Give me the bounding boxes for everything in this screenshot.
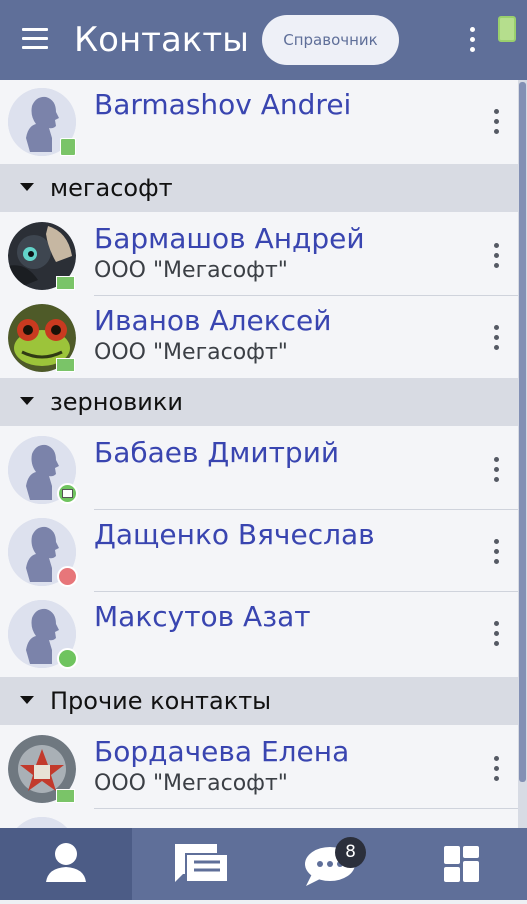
contact-name: Barmashov Andrei (94, 88, 352, 121)
contact-more-icon[interactable] (490, 107, 504, 137)
nav-chats[interactable] (264, 828, 396, 900)
contact-more-icon[interactable] (490, 323, 504, 353)
contact-row[interactable]: Максутов Азат (0, 592, 518, 674)
contact-name: Дащенко Вячеслав (94, 518, 375, 551)
bottom-navigation (0, 828, 527, 900)
more-options-icon[interactable] (466, 24, 480, 56)
contact-company: ООО "Мегасофт" (94, 771, 288, 796)
page-title: Контакты (74, 20, 249, 60)
contact-name: Бармашов Андрей (94, 222, 365, 255)
contact-more-icon[interactable] (490, 754, 504, 784)
collapse-arrow-icon (20, 397, 34, 405)
contact-row[interactable]: Дащенко Вячеслав (0, 510, 518, 592)
desktop-device-icon (56, 276, 75, 290)
mobile-device-icon (60, 138, 76, 156)
group-header[interactable]: мегасофт (0, 164, 518, 212)
avatar (8, 817, 76, 828)
message-status-icon (62, 489, 73, 498)
messages-icon (175, 844, 229, 883)
contact-more-icon[interactable] (490, 537, 504, 567)
contact-row[interactable]: Бордачева Елена ООО "Мегасофт" (0, 727, 518, 809)
contacts-person-icon (46, 843, 86, 882)
device-status-icon (498, 16, 516, 42)
contact-row[interactable]: Иванов Алексей ООО "Мегасофт" (0, 296, 518, 378)
desktop-device-icon (56, 789, 75, 803)
group-header[interactable]: зерновики (0, 378, 518, 426)
contacts-list[interactable]: Barmashov Andrei мегасофт Бармашов Андре… (0, 80, 518, 828)
contact-row[interactable]: Barmashov Andrei (0, 80, 518, 162)
contact-name: Бабаев Дмитрий (94, 436, 340, 469)
contact-name: Максутов Азат (94, 600, 311, 633)
status-busy-icon (57, 566, 78, 587)
group-label: мегасофт (50, 174, 173, 202)
status-online-icon (57, 648, 78, 669)
scrollbar-thumb[interactable] (519, 82, 526, 782)
contact-row[interactable]: Бармашов Андрей ООО "Мегасофт" (0, 214, 518, 296)
directory-button[interactable]: Справочник (262, 15, 399, 65)
desktop-device-icon (56, 358, 75, 372)
nav-apps[interactable] (396, 828, 527, 900)
contact-row[interactable]: Бабаев Дмитрий (0, 428, 518, 510)
group-label: зерновики (50, 388, 183, 416)
contact-company: ООО "Мегасофт" (94, 258, 288, 283)
contact-row[interactable] (0, 809, 518, 828)
chat-bubble-icon (305, 847, 355, 886)
contact-more-icon[interactable] (490, 619, 504, 649)
contact-company: ООО "Мегасофт" (94, 340, 288, 365)
group-label: Прочие контакты (50, 687, 272, 715)
contact-name: Иванов Алексей (94, 304, 332, 337)
collapse-arrow-icon (20, 183, 34, 191)
menu-icon[interactable] (22, 28, 48, 50)
unread-count-badge: 8 (335, 837, 366, 868)
group-header[interactable]: Прочие контакты (0, 677, 518, 725)
collapse-arrow-icon (20, 696, 34, 704)
contact-more-icon[interactable] (490, 241, 504, 271)
contact-more-icon[interactable] (490, 455, 504, 485)
contact-name: Бордачева Елена (94, 735, 350, 768)
nav-messages[interactable] (132, 828, 264, 900)
grid-icon (444, 846, 479, 882)
app-header: Контакты Справочник (0, 0, 527, 80)
nav-contacts[interactable] (0, 828, 132, 900)
